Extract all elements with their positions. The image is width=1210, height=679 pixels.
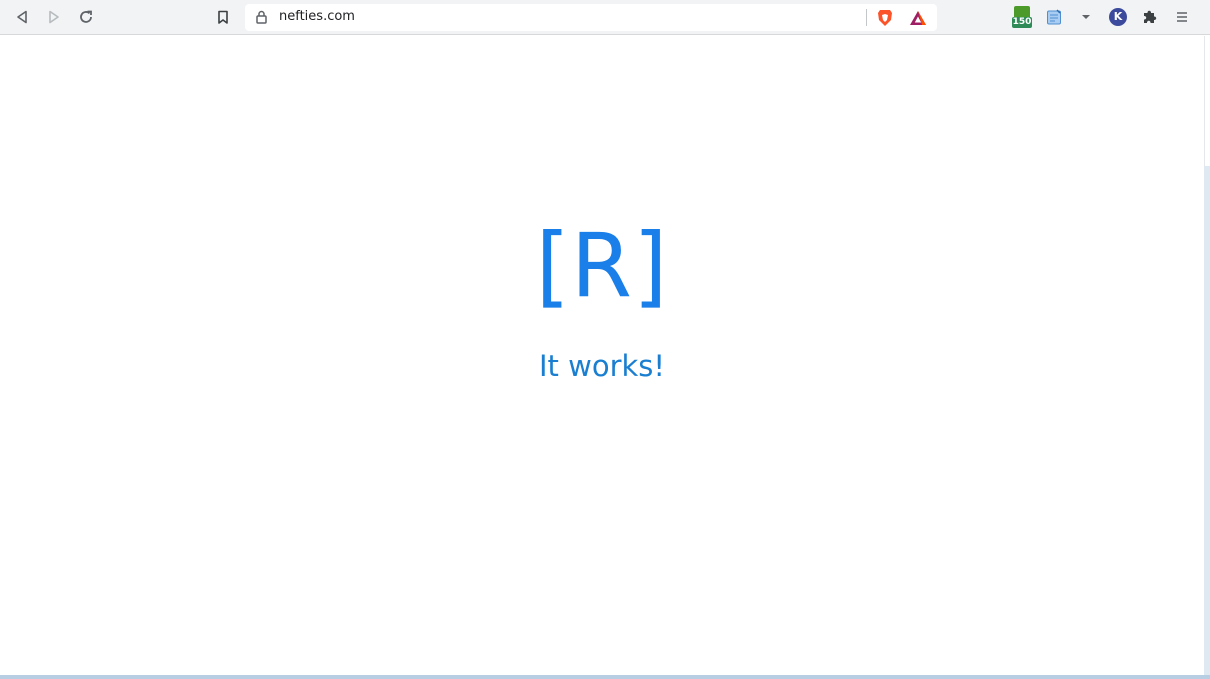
back-icon <box>17 10 27 24</box>
forward-icon <box>49 10 59 24</box>
profile-avatar[interactable]: K <box>1109 8 1127 26</box>
chevron-down-icon <box>1082 15 1090 19</box>
extensions-dropdown-button[interactable] <box>1073 5 1099 29</box>
bat-rewards-icon <box>910 11 926 25</box>
back-button[interactable] <box>9 5 35 29</box>
browser-toolbar: nefties.com 150 K <box>0 0 1210 35</box>
brave-shields-icon <box>878 10 892 26</box>
status-message: It works! <box>538 349 666 383</box>
omnibox-divider <box>866 9 867 26</box>
url-text[interactable]: nefties.com <box>279 9 355 25</box>
reload-icon <box>80 10 92 23</box>
menu-button[interactable] <box>1169 5 1195 29</box>
browser-window: nefties.com 150 K [R] It works! <box>0 0 1210 679</box>
notes-extension-icon <box>1047 9 1061 25</box>
window-bottom-border <box>0 675 1210 679</box>
extension-badge-button[interactable]: 150 <box>1012 6 1032 30</box>
extension-badge-count: 150 <box>1012 17 1032 28</box>
bookmark-icon <box>218 10 228 24</box>
bat-rewards-button[interactable] <box>908 8 928 28</box>
lock-icon[interactable] <box>256 10 267 29</box>
address-bar[interactable]: nefties.com <box>245 4 937 31</box>
bookmark-button[interactable] <box>210 5 236 29</box>
vertical-scrollbar[interactable] <box>1204 36 1210 679</box>
logo-text: [R] <box>535 214 669 317</box>
notes-extension-button[interactable] <box>1041 5 1067 29</box>
menu-icon <box>1177 12 1187 22</box>
brave-shields-button[interactable] <box>875 8 895 28</box>
puzzle-icon <box>1144 10 1157 23</box>
forward-button[interactable] <box>41 5 67 29</box>
scrollbar-thumb[interactable] <box>1204 36 1210 166</box>
extensions-button[interactable] <box>1137 5 1163 29</box>
reload-button[interactable] <box>73 5 99 29</box>
